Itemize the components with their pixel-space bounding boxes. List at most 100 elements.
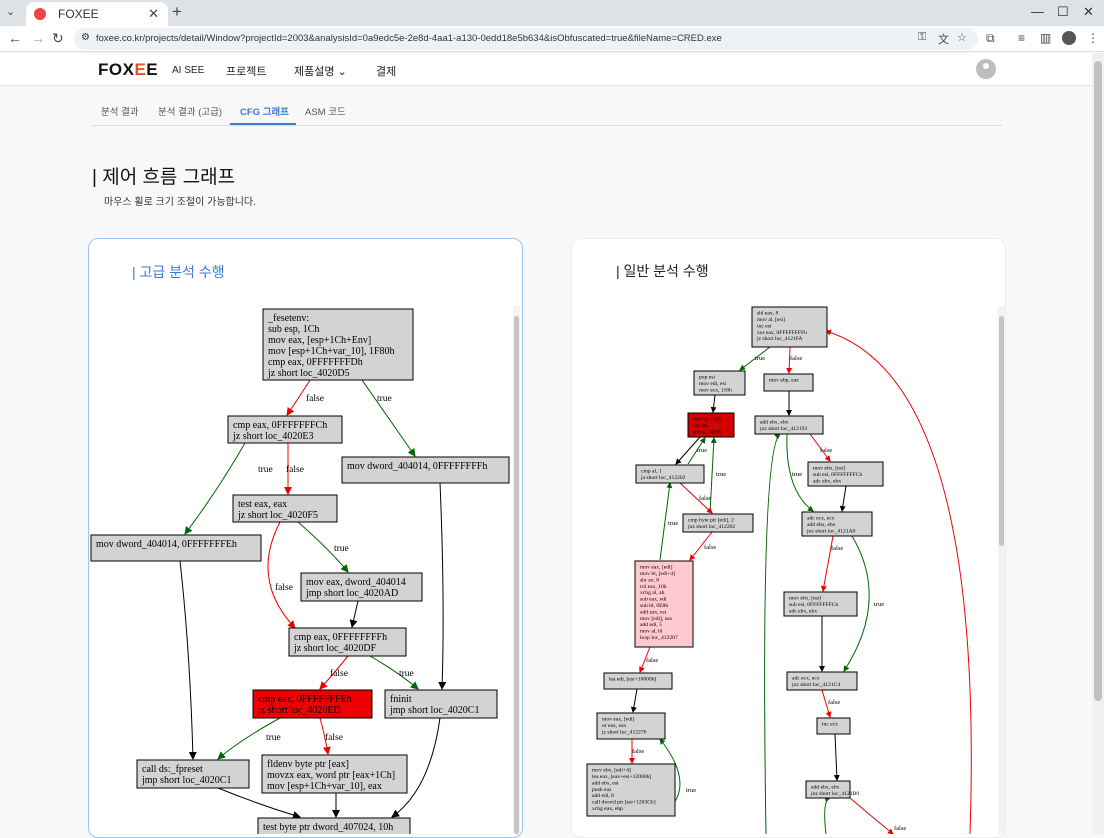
advanced-node-n4[interactable]: test eax, eaxjz short loc_4020F5 — [232, 494, 338, 523]
normal-edge — [710, 394, 717, 413]
browser-tab[interactable]: FOXEE ✕ — [26, 2, 168, 26]
normal-cfg-graph[interactable]: true false true true false false true true false… — [572, 300, 998, 834]
user-avatar-icon[interactable] — [976, 59, 996, 79]
nav-payment[interactable]: 결제 — [376, 63, 396, 79]
normal-node-m14[interactable]: mov eax, [edi]or eax, eaxjz short loc_41… — [596, 712, 666, 740]
close-window-icon[interactable]: ✕ — [1083, 4, 1094, 20]
advanced-graph-scrollbar-thumb[interactable] — [514, 316, 519, 834]
normal-node-m8[interactable]: cmp byte ptr [edi], 2jnz short loc_41220… — [682, 513, 754, 533]
tab-analysis-advanced[interactable]: 분석 결과 (고급) — [158, 104, 222, 118]
advanced-node-n9[interactable]: fninitjmp short loc_4020C1 — [384, 689, 498, 719]
advanced-node-line: jz short loc_4020DF — [293, 643, 377, 654]
normal-node-m11[interactable]: mov ebx, [esi]sub esi, 0FFFFFFFChadc ebx… — [783, 591, 858, 617]
normal-node-line: lea edi, [esi+10000h] — [609, 677, 657, 683]
site-header: FOXEE AI SEE 프로젝트 제품설명 ⌄ 결제 — [0, 53, 1104, 86]
normal-node-line: ja short loc_412202 — [640, 475, 686, 481]
side-panel-icon[interactable]: ▥ — [1040, 31, 1051, 45]
tab-analysis-result[interactable]: 분석 결과 — [101, 104, 139, 118]
advanced-node-n11[interactable]: fldenv byte ptr [eax]movzx eax, word ptr… — [261, 754, 408, 794]
advanced-edge-label-false: false — [330, 668, 348, 679]
address-bar[interactable]: ⚙ foxee.co.kr/projects/detail/Window?pro… — [74, 28, 978, 50]
advanced-node-line: cmp eax, 0FFFFFFFFh — [294, 632, 387, 643]
normal-node-m1[interactable]: shl eax, 8mov al, [esi]inc esixor eax, 0… — [751, 306, 828, 348]
minimize-icon[interactable]: — — [1031, 4, 1044, 19]
advanced-edge — [349, 600, 359, 628]
browser-profile-avatar[interactable] — [1062, 31, 1076, 45]
site-logo[interactable]: FOXEE — [98, 60, 158, 80]
advanced-edge-label-true: true — [334, 544, 349, 554]
advanced-node-n7[interactable]: cmp eax, 0FFFFFFFFhjz short loc_4020DF — [288, 627, 407, 657]
normal-node-line: adc ecx, ecx — [807, 516, 835, 522]
advanced-cfg-graph[interactable]: false true false true true false false true true… — [89, 300, 513, 834]
password-key-icon[interactable]: ⚿ — [918, 31, 926, 44]
normal-node-m2[interactable]: pop esimov edi, esimov ecx, 116h — [693, 370, 746, 396]
normal-edge-label-false: false — [632, 748, 644, 755]
advanced-edge — [361, 379, 416, 457]
advanced-node-n1[interactable]: _fesetenv:sub esp, 1Chmov eax, [esp+1Ch+… — [262, 308, 414, 381]
advanced-node-line: jmp short loc_4020AD — [305, 588, 398, 599]
normal-edge-label-false: false — [831, 545, 843, 552]
favicon-icon — [34, 8, 46, 20]
normal-graph-scrollbar[interactable] — [998, 306, 1005, 834]
advanced-analysis-title: | 고급 분석 수행 — [132, 264, 225, 280]
normal-node-line: mov [edi], eax — [640, 616, 673, 622]
reading-list-icon[interactable]: ≡ — [1018, 31, 1025, 45]
advanced-node-n2[interactable]: cmp eax, 0FFFFFFFChjz short loc_4020E3 — [227, 415, 343, 444]
back-icon[interactable]: ← — [8, 30, 22, 46]
normal-node-m17[interactable]: add ebx, ebxjnz short loc_4121B0 — [805, 780, 859, 799]
advanced-graph-scrollbar[interactable] — [513, 306, 520, 834]
normal-node-m3[interactable]: mov ebp, eax — [763, 373, 814, 392]
translate-icon[interactable]: 文 — [938, 31, 949, 47]
page-scrollbar-thumb[interactable] — [1094, 61, 1102, 701]
extensions-icon[interactable]: ⧉ — [986, 31, 995, 46]
normal-node-m15[interactable]: inc ecx — [816, 717, 851, 735]
tab-cfg-graph[interactable]: CFG 그래프 — [240, 104, 289, 118]
normal-node-m5[interactable]: add ebx, ebxjnz short loc_412193 — [754, 415, 824, 435]
advanced-node-n5[interactable]: mov dword_404014, 0FFFFFFFEh — [90, 534, 262, 562]
logo-text-accent: E — [134, 60, 147, 79]
advanced-edge-label-false: false — [325, 732, 343, 743]
advanced-node-line: movzx eax, word ptr [eax+1Ch] — [267, 770, 395, 781]
normal-node-m13[interactable]: adc ecx, ecxjnz short loc_4121C4 — [786, 671, 858, 691]
tab-asm-code[interactable]: ASM 코드 — [305, 104, 346, 118]
advanced-node-n3[interactable]: mov dword_404014, 0FFFFFFFFh — [341, 456, 510, 484]
advanced-node-n8[interactable]: cmp eax, 0FFFFFFFEhjz short loc_4020ED — [252, 689, 373, 719]
close-tab-icon[interactable]: ✕ — [148, 6, 159, 22]
page-scrollbar[interactable] — [1092, 53, 1104, 834]
normal-node-line: mov bl, [edi+4] — [640, 571, 675, 577]
normal-node-line: cmp al, 1 — [641, 469, 662, 475]
advanced-node-line: jz short loc_4020ED — [257, 705, 341, 716]
new-tab-icon[interactable]: + — [172, 2, 182, 22]
normal-node-m9[interactable]: adc ecx, ecxadd ebx, ebxjnz short loc_41… — [801, 511, 873, 537]
maximize-icon[interactable]: ☐ — [1057, 4, 1069, 20]
normal-node-line: xchg eax, ebp — [592, 806, 623, 812]
normal-node-line: jnz short loc_412202 — [687, 524, 735, 530]
normal-node-line: loop loc_412207 — [640, 635, 678, 641]
normal-node-m12[interactable]: lea edi, [esi+10000h] — [603, 672, 673, 690]
tab-search-icon[interactable]: ⌄ — [6, 5, 15, 18]
bookmark-star-icon[interactable]: ☆ — [957, 31, 967, 44]
normal-edge-label-true: true — [697, 447, 707, 454]
reload-icon[interactable]: ↻ — [52, 30, 64, 47]
advanced-edge — [438, 482, 447, 690]
advanced-node-line: cmp eax, 0FFFFFFFCh — [233, 420, 327, 431]
normal-graph-scrollbar-thumb[interactable] — [999, 316, 1004, 546]
forward-icon[interactable]: → — [31, 30, 45, 46]
advanced-node-line: mov dword_404014, 0FFFFFFFFh — [347, 461, 487, 472]
normal-node-line: inc edi — [693, 423, 709, 429]
normal-node-m10[interactable]: mov eax, [edi]mov bl, [edi+4]shr ax, 8ro… — [634, 560, 694, 648]
nav-projects[interactable]: 프로젝트 — [226, 63, 266, 79]
normal-analysis-title: | 일반 분석 수행 — [616, 263, 709, 279]
normal-node-m7[interactable]: cmp al, 1ja short loc_412202 — [635, 464, 705, 484]
normal-node-m16[interactable]: mov ebx, [edi+4]lea eax, [eax+esi+12000h… — [586, 763, 676, 817]
normal-edge — [825, 329, 972, 834]
normal-node-m6[interactable]: mov ebx, [esi]sub esi, 0FFFFFFFChadc ebx… — [807, 461, 884, 487]
advanced-node-n12[interactable]: test byte ptr dword_407024, 10h — [257, 817, 411, 834]
normal-node-m4[interactable]: mov al, [edi]inc edisub al, 0E8h — [687, 412, 735, 438]
advanced-node-n10[interactable]: call ds:_fpresetjmp short loc_4020C1 — [136, 759, 250, 789]
site-info-icon[interactable]: ⚙ — [81, 32, 90, 43]
browser-menu-icon[interactable]: ⋮ — [1087, 31, 1099, 45]
advanced-node-n6[interactable]: mov eax, dword_404014jmp short loc_4020A… — [300, 572, 423, 602]
normal-edge-label-false: false — [646, 657, 658, 664]
nav-product[interactable]: 제품설명 ⌄ — [294, 63, 347, 79]
